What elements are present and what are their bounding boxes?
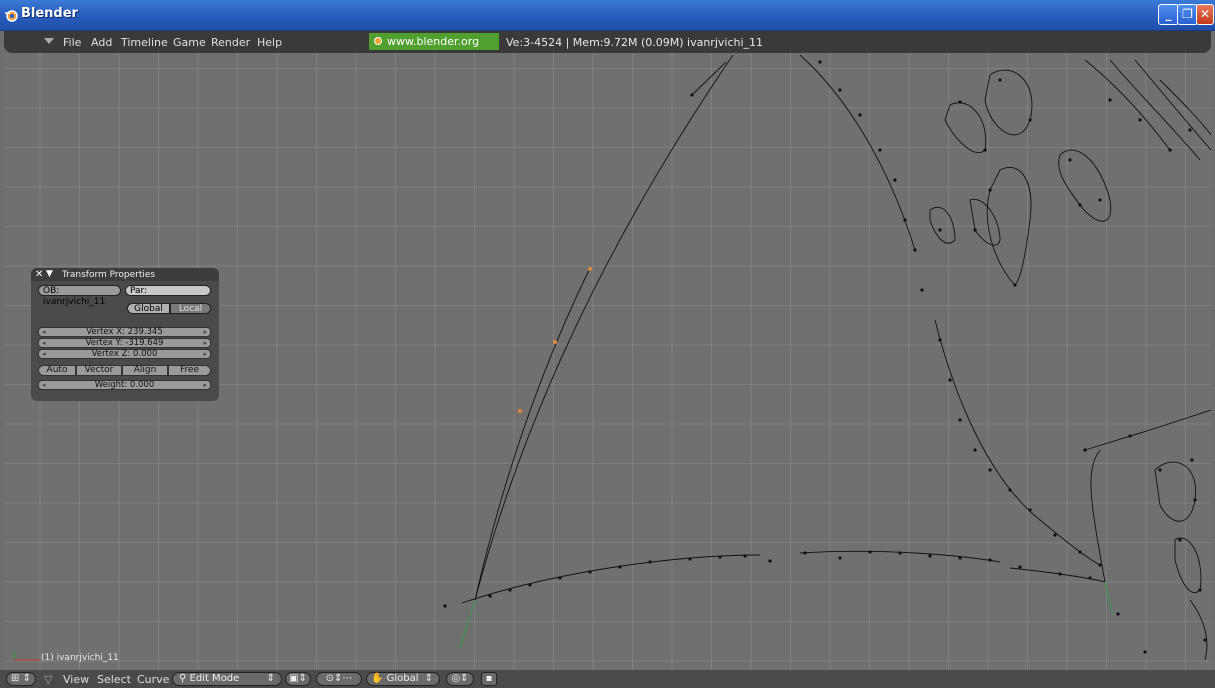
decrement-arrow-icon[interactable]: ◂ <box>42 328 46 337</box>
transform-properties-panel: ✕ ▼ Transform Properties OB: ivanrjvichi… <box>31 268 219 401</box>
orientation-label: Global <box>386 673 419 684</box>
weight-field[interactable]: ◂ Weight: 0.000 ▸ <box>38 380 211 390</box>
edit-mode-icon: ⚲ <box>179 673 190 684</box>
editor-type-menu[interactable]: ⊞ ⇕ <box>6 672 36 686</box>
proportional-icon: ◎⇕ <box>451 673 469 684</box>
decrement-arrow-icon[interactable]: ◂ <box>42 381 46 390</box>
minimize-button[interactable]: _ <box>1158 4 1179 25</box>
title-bar: Blender _ ❐ ✕ <box>0 0 1215 31</box>
menu-select[interactable]: Select <box>97 673 131 686</box>
local-toggle[interactable]: Local <box>170 303 211 314</box>
decrement-arrow-icon[interactable]: ◂ <box>42 350 46 359</box>
render-preview-button[interactable]: ▪ <box>481 672 497 686</box>
menu-add[interactable]: Add <box>91 36 112 49</box>
menu-curve[interactable]: Curve <box>137 673 169 686</box>
vertex-z-field[interactable]: ◂ Vertex Z: 0.000 ▸ <box>38 349 211 359</box>
draw-type-select[interactable]: ▣⇕ <box>285 672 311 686</box>
dropdown-arrows-icon: ⇕ <box>266 673 275 684</box>
handle-free-button[interactable]: Free <box>168 365 211 376</box>
blender-url-link[interactable]: www.blender.org 249.2 <box>369 33 499 65</box>
view3d-icon: ⊞ ⇕ <box>11 673 31 684</box>
increment-arrow-icon[interactable]: ▸ <box>203 381 207 390</box>
menu-timeline[interactable]: Timeline <box>121 36 168 49</box>
menu-view[interactable]: View <box>63 673 89 686</box>
object-name-field[interactable]: OB: ivanrjvichi_11 <box>38 285 121 307</box>
vertex-y-field[interactable]: ◂ Vertex Y: -319.649 ▸ <box>38 338 211 348</box>
handle-vector-button[interactable]: Vector <box>76 365 122 376</box>
vertex-x-field[interactable]: ◂ Vertex X: 239.345 ▸ <box>38 327 211 337</box>
close-icon[interactable]: ✕ <box>35 269 43 280</box>
cube-icon: ▣⇕ <box>289 673 307 684</box>
menu-game[interactable]: Game <box>173 36 206 49</box>
hand-icon: ✋ <box>371 673 384 684</box>
panel-header[interactable]: ✕ ▼ Transform Properties <box>31 268 219 281</box>
blender-logo-icon <box>374 37 382 45</box>
header-collapse-icon[interactable] <box>44 38 54 44</box>
increment-arrow-icon[interactable]: ▸ <box>203 350 207 359</box>
dropdown-arrows-icon: ⇕ <box>424 673 433 684</box>
increment-arrow-icon[interactable]: ▸ <box>203 328 207 337</box>
pivot-select[interactable]: ⊙⇕⋯ <box>316 672 362 686</box>
mode-select[interactable]: ⚲ Edit Mode ⇕ <box>172 672 282 686</box>
panel-title: Transform Properties <box>62 270 156 280</box>
pivot-icon: ⊙⇕⋯ <box>325 673 353 684</box>
mode-label: Edit Mode <box>189 673 240 684</box>
parent-field[interactable]: Par: <box>125 285 211 296</box>
menu-render[interactable]: Render <box>211 36 250 49</box>
vertex-x-value: Vertex X: 239.345 <box>86 327 163 337</box>
header-collapse-icon[interactable]: ▽ <box>44 673 52 686</box>
proportional-edit-select[interactable]: ◎⇕ <box>446 672 474 686</box>
window-title: Blender <box>21 6 78 21</box>
image-icon: ▪ <box>485 673 493 684</box>
maximize-button[interactable]: ❐ <box>1177 4 1198 25</box>
scene-stats: Ve:3-4524 | Mem:9.72M (0.09M) ivanrjvich… <box>506 36 764 49</box>
orientation-select[interactable]: ✋ Global ⇕ <box>366 672 440 686</box>
vertex-y-value: Vertex Y: -319.649 <box>85 338 164 348</box>
weight-value: Weight: 0.000 <box>94 380 155 390</box>
3d-view-header: ⊞ ⇕ ▽ View Select Curve ⚲ Edit Mode ⇕ ▣⇕… <box>0 670 1215 688</box>
decrement-arrow-icon[interactable]: ◂ <box>42 339 46 348</box>
vertex-z-value: Vertex Z: 0.000 <box>91 349 158 359</box>
handle-align-button[interactable]: Align <box>122 365 168 376</box>
collapse-triangle-icon[interactable]: ▼ <box>46 269 53 279</box>
blender-logo-icon <box>5 10 18 22</box>
menu-help[interactable]: Help <box>257 36 282 49</box>
global-toggle[interactable]: Global <box>127 303 170 314</box>
close-button[interactable]: ✕ <box>1196 4 1214 25</box>
info-header: File Add Timeline Game Render Help www.b… <box>4 31 1211 65</box>
menu-file[interactable]: File <box>63 36 81 49</box>
handle-auto-button[interactable]: Auto <box>38 365 76 376</box>
increment-arrow-icon[interactable]: ▸ <box>203 339 207 348</box>
active-object-label: (1) ivanrjvichi_11 <box>41 653 119 663</box>
